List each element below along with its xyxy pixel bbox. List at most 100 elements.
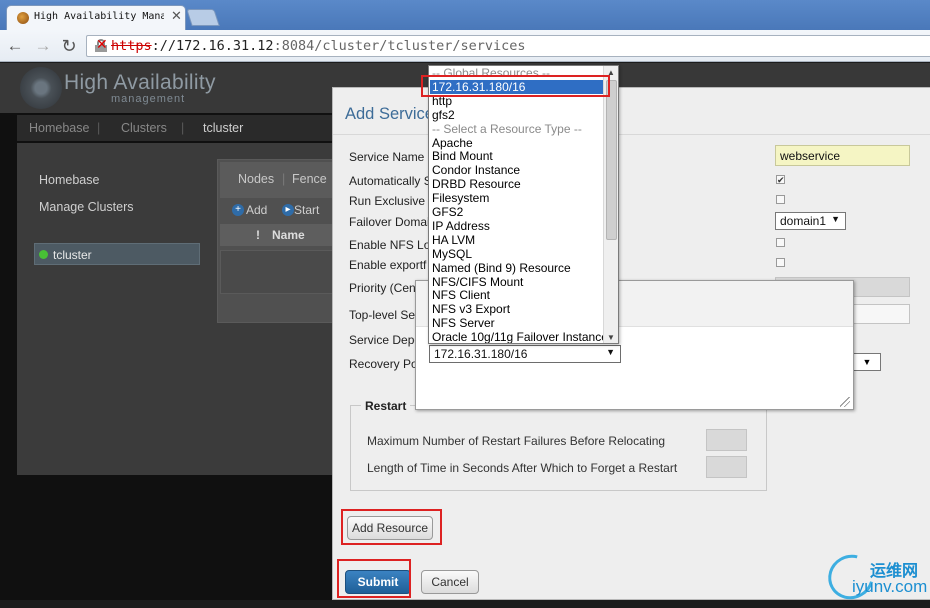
recovery-policy-label: Recovery Po [349,357,418,371]
watermark: 运维网 iyunv.com [820,546,930,608]
cancel-button[interactable]: Cancel [421,570,479,594]
chevron-down-icon: ▼ [606,347,615,357]
top-level-label: Top-level Se [349,308,416,322]
dropdown-option[interactable]: NFS Server [432,316,604,330]
status-dot-icon [39,250,48,259]
dropdown-option[interactable]: Apache [432,136,604,150]
breadcrumb-tcluster[interactable]: tcluster [203,121,243,135]
logo-icon [20,67,62,109]
dropdown-option[interactable]: IP Address [432,219,604,233]
app-content: Homebase Manage Clusters tcluster Nodes … [17,143,347,475]
status-column-header: ! [256,228,260,242]
service-name-input[interactable]: webservice [775,145,910,166]
dropdown-option[interactable]: NFS Client [432,288,604,302]
url-host: ://172.16.31.12 [151,38,274,54]
resource-select-value: 172.16.31.180/16 [434,347,528,361]
url-path: :8084/cluster/tcluster/services [273,38,526,54]
dropdown-option[interactable]: NFS v3 Export [432,302,604,316]
highlight-box [421,75,610,97]
enable-nfs-lock-label: Enable NFS Loc [349,238,437,252]
dropdown-option[interactable]: Filesystem [432,191,604,205]
start-action[interactable]: Start [294,203,319,217]
enable-exports-checkbox[interactable] [776,258,785,267]
breadcrumb-separator: | [97,121,101,135]
dialog-title: Add Service [345,105,434,123]
scroll-down-icon[interactable]: ▼ [607,333,615,342]
service-dependency-label: Service Depe [349,333,422,347]
enable-exports-label: Enable exportf [349,258,427,272]
run-exclusive-label: Run Exclusive [349,194,426,208]
insecure-x-icon: ✕ [96,36,108,52]
breadcrumb-clusters[interactable]: Clusters [121,121,167,135]
chevron-down-icon: ▼ [831,214,840,224]
logo-subtitle: management [111,93,186,105]
failover-domain-value: domain1 [780,214,827,228]
restart-fieldset: Restart Maximum Number of Restart Failur… [350,399,767,491]
service-name-label: Service Name [349,150,425,164]
enable-nfs-lock-checkbox[interactable] [776,238,785,247]
scroll-thumb[interactable] [606,80,617,240]
auto-start-checkbox[interactable]: ✔ [776,175,785,185]
close-icon[interactable]: ✕ [171,8,182,24]
dropdown-option[interactable]: gfs2 [432,108,604,122]
failover-domain-label: Failover Domai [349,215,430,229]
dropdown-option[interactable]: Oracle 10g/11g Failover Instance [432,330,608,343]
breadcrumb-separator: | [181,121,185,135]
url-scheme: https [111,38,152,54]
tab-fence[interactable]: Fence [292,172,327,186]
breadcrumb-homebase[interactable]: Homebase [29,121,89,135]
sidebar-item-cluster[interactable]: tcluster [34,243,200,265]
auto-start-label: Automatically S [349,174,432,188]
address-bar[interactable]: ✕ https://172.16.31.12:8084/cluster/tclu… [86,35,930,57]
url-text: https://172.16.31.12:8084/cluster/tclust… [111,38,526,54]
max-restart-input[interactable] [706,429,747,451]
services-table-header: ! Name [220,224,342,246]
new-tab-button[interactable] [186,9,220,26]
add-action[interactable]: Add [246,203,267,217]
browser-tabstrip: High Availability Manag ✕ [0,0,930,30]
add-icon[interactable]: + [232,204,244,216]
restart-expire-label: Length of Time in Seconds After Which to… [367,461,678,475]
dropdown-scrollbar[interactable]: ▲ ▼ [603,66,618,343]
resize-handle-icon[interactable] [840,397,850,407]
dropdown-option[interactable]: NFS/CIFS Mount [432,275,604,289]
cluster-tabs: Nodes | Fence [220,162,342,198]
start-icon[interactable]: ▸ [282,204,294,216]
resource-dropdown-list: -- Global Resources -- 172.16.31.180/16 ht… [428,65,619,344]
restart-legend: Restart [361,399,411,413]
cluster-name: tcluster [53,248,92,262]
logo-title: High Availability [64,71,216,94]
tab-title: High Availability Manag [34,11,164,22]
highlight-box [337,559,411,598]
watermark-en: iyunv.com [852,577,928,596]
reload-icon[interactable]: ↻ [58,35,80,57]
resource-select[interactable]: 172.16.31.180/16 ▼ [429,345,621,363]
recovery-policy-select[interactable]: ▼ [853,353,881,371]
run-exclusive-checkbox[interactable] [776,195,785,204]
dropdown-option[interactable]: GFS2 [432,205,604,219]
divider [333,134,930,135]
service-actions: + Add ▸ Start [220,200,342,222]
sidebar-item-homebase[interactable]: Homebase [39,173,99,187]
back-icon[interactable]: ← [4,35,26,57]
failover-domain-select[interactable]: domain1 ▼ [775,212,846,230]
tab-separator: | [282,172,286,186]
highlight-box [341,509,442,545]
dropdown-option[interactable]: Condor Instance [432,163,604,177]
forward-icon[interactable]: → [32,35,54,57]
dropdown-option[interactable]: HA LVM [432,233,604,247]
browser-tab-active[interactable]: High Availability Manag ✕ [6,5,186,30]
priority-label: Priority (Cen [349,281,416,295]
services-panel: Nodes | Fence + Add ▸ Start ! Name [217,159,347,323]
sidebar-item-manage-clusters[interactable]: Manage Clusters [39,200,134,214]
dropdown-option[interactable]: DRBD Resource [432,177,604,191]
restart-expire-input[interactable] [706,456,747,478]
tab-nodes[interactable]: Nodes [238,172,274,186]
breadcrumb: Homebase | Clusters | tcluster [17,115,337,141]
name-column-header[interactable]: Name [272,228,305,242]
services-table-body [220,250,342,294]
dropdown-option[interactable]: Named (Bind 9) Resource [432,261,604,275]
dropdown-option[interactable]: Bind Mount [432,149,604,163]
max-restart-label: Maximum Number of Restart Failures Befor… [367,434,666,448]
dropdown-option[interactable]: MySQL [432,247,604,261]
